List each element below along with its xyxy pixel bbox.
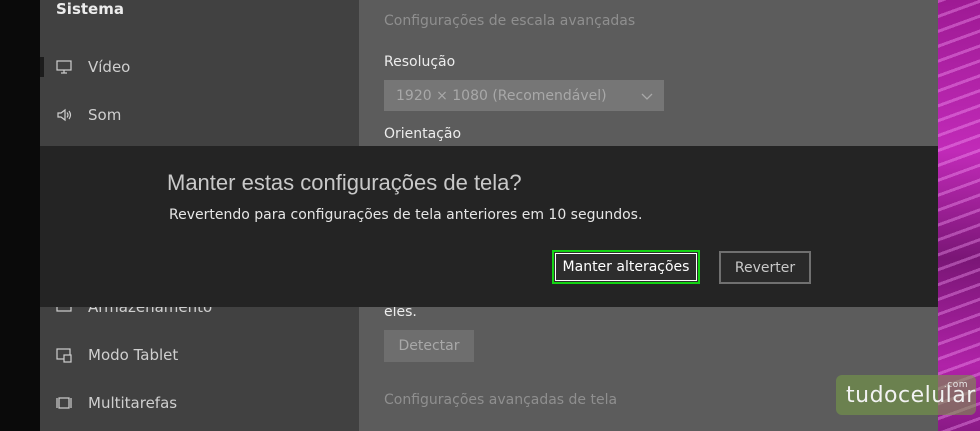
tablet-mode-icon <box>54 345 74 365</box>
sidebar-item-label: Multitarefas <box>88 394 178 412</box>
advanced-display-link[interactable]: Configurações avançadas de tela <box>384 392 617 408</box>
advanced-scaling-link[interactable]: Configurações de escala avançadas <box>384 13 635 29</box>
desktop-wallpaper <box>938 0 980 431</box>
detect-button[interactable]: Detectar <box>384 330 474 362</box>
sidebar-title: Sistema <box>56 0 124 18</box>
sidebar-item-label: Vídeo <box>88 58 131 76</box>
sidebar-item-sound[interactable]: Som <box>40 95 359 135</box>
dialog-message: Revertendo para configurações de tela an… <box>169 207 643 223</box>
revert-button[interactable]: Reverter <box>719 251 811 284</box>
sidebar-item-label: Som <box>88 106 122 124</box>
chevron-down-icon <box>640 89 654 103</box>
resolution-dropdown[interactable]: 1920 × 1080 (Recomendável) <box>384 80 664 111</box>
watermark-suffix: .com <box>943 380 968 390</box>
selection-indicator <box>40 57 44 77</box>
watermark-logo: tudocelular .com <box>836 375 976 415</box>
keep-settings-dialog: Manter estas configurações de tela? Reve… <box>40 146 938 307</box>
dialog-title: Manter estas configurações de tela? <box>167 170 522 195</box>
orientation-label: Orientação <box>384 126 462 142</box>
sidebar-item-tablet-mode[interactable]: Modo Tablet <box>40 335 359 375</box>
speaker-icon <box>54 105 74 125</box>
sidebar-item-video[interactable]: Vídeo <box>40 47 359 87</box>
resolution-label: Resolução <box>384 54 456 70</box>
resolution-value: 1920 × 1080 (Recomendável) <box>396 87 607 104</box>
sidebar-item-label: Modo Tablet <box>88 346 179 364</box>
sidebar-item-multitasking[interactable]: Multitarefas <box>40 383 359 423</box>
display-icon <box>54 57 74 77</box>
keep-changes-button[interactable]: Manter alterações <box>552 250 700 284</box>
multitasking-icon <box>54 393 74 413</box>
